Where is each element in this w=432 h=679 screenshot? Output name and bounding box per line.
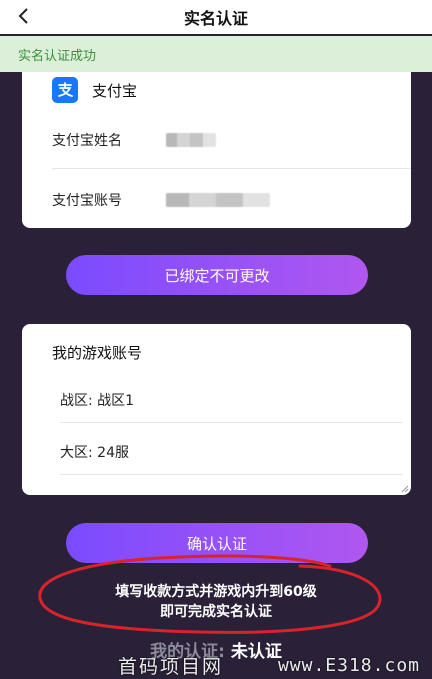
alipay-account-row: 支付宝账号 — [52, 190, 411, 210]
alipay-account-masked-value — [166, 193, 270, 207]
payment-provider: 支付宝 — [52, 77, 137, 103]
payment-card: 支付宝 支付宝姓名 支付宝账号 — [22, 72, 411, 228]
divider — [52, 168, 411, 169]
success-banner: 实名认证成功 — [0, 36, 432, 72]
divider — [60, 422, 403, 423]
page-title: 实名认证 — [183, 9, 248, 28]
bound-unchangeable-button[interactable]: 已绑定不可更改 — [66, 255, 368, 295]
divider — [60, 474, 403, 475]
alipay-logo-icon — [52, 77, 78, 103]
watermark-right-text: www.E318.com — [277, 655, 420, 676]
game-account-title: 我的游戏账号 — [52, 344, 143, 362]
alipay-account-label: 支付宝账号 — [52, 193, 122, 209]
game-server-row[interactable]: 大区: 24服 — [60, 442, 129, 462]
hint-text: 填写收款方式并游戏内升到60级 即可完成实名认证 — [0, 582, 432, 622]
alipay-name-row: 支付宝姓名 — [52, 130, 411, 150]
watermark: 首码项目网 www.E318.com — [0, 652, 432, 679]
watermark-left-text: 首码项目网 — [118, 656, 224, 678]
game-account-card: 我的游戏账号 战区: 战区1 大区: 24服 — [22, 324, 411, 495]
resize-handle-icon — [401, 485, 409, 493]
alipay-name-label: 支付宝姓名 — [52, 133, 122, 149]
top-bar: 实名认证 — [0, 0, 432, 34]
game-zone-row[interactable]: 战区: 战区1 — [60, 390, 134, 410]
hint-line-2: 即可完成实名认证 — [160, 604, 272, 620]
payment-provider-name: 支付宝 — [92, 81, 138, 100]
hint-line-1: 填写收款方式并游戏内升到60级 — [115, 584, 317, 600]
alipay-name-masked-value — [166, 133, 216, 147]
confirm-verification-button[interactable]: 确认认证 — [66, 523, 368, 563]
back-button[interactable] — [12, 4, 34, 28]
chevron-left-icon — [18, 8, 28, 24]
